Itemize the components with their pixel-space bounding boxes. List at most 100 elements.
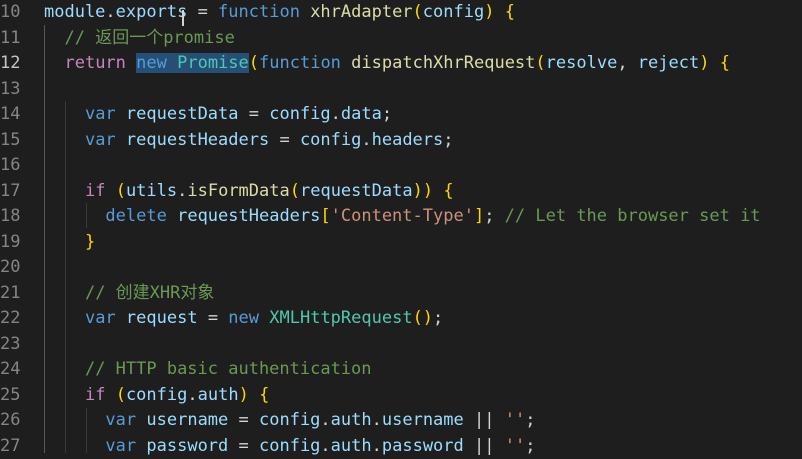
code-token: config	[126, 385, 187, 405]
code-line[interactable]: 12 return new Promise(function dispatchX…	[0, 51, 802, 77]
line-code: if (utils.isFormData(requestData)) {	[44, 179, 454, 205]
code-token	[300, 2, 310, 22]
code-token: exports	[116, 2, 188, 22]
code-token: (	[116, 385, 126, 405]
code-token	[44, 308, 85, 328]
code-token: var	[85, 308, 116, 328]
line-number: 24	[0, 357, 40, 383]
text-cursor	[182, 10, 184, 26]
code-token: ()	[413, 308, 433, 328]
code-token: username	[382, 410, 464, 430]
code-token: headers	[372, 130, 444, 150]
code-token	[167, 206, 177, 226]
code-token	[44, 130, 85, 150]
line-number: 25	[0, 383, 40, 409]
code-token: .	[331, 104, 341, 124]
code-token	[494, 2, 504, 22]
code-token: if	[85, 385, 105, 405]
code-token: var	[85, 130, 116, 150]
code-token: =	[269, 130, 300, 150]
code-token: utils	[126, 181, 177, 201]
code-line[interactable]: 25 if (config.auth) {	[0, 383, 802, 409]
code-token	[136, 410, 146, 430]
code-line[interactable]: 26 var username = config.auth.username |…	[0, 408, 802, 434]
code-line[interactable]: 18 delete requestHeaders['Content-Type']…	[0, 204, 802, 230]
code-token	[44, 206, 105, 226]
code-line[interactable]: 13	[0, 77, 802, 103]
code-line[interactable]: 16	[0, 153, 802, 179]
code-token: config	[259, 410, 320, 430]
line-number: 14	[0, 102, 40, 128]
line-code: module.exports = function xhrAdapter(con…	[44, 0, 515, 26]
code-token: =	[228, 410, 259, 430]
code-token: =	[187, 2, 218, 22]
code-line[interactable]: 22 var request = new XMLHttpRequest();	[0, 306, 802, 332]
code-line[interactable]: 19 }	[0, 230, 802, 256]
code-token: [	[320, 206, 330, 226]
code-token	[433, 181, 443, 201]
code-token: {	[505, 2, 515, 22]
code-token: if	[85, 181, 105, 201]
code-token	[44, 283, 85, 303]
code-token	[249, 385, 259, 405]
code-token: )	[484, 2, 494, 22]
code-line[interactable]: 17 if (utils.isFormData(requestData)) {	[0, 179, 802, 205]
code-token: ;	[484, 206, 504, 226]
code-token: =	[198, 308, 229, 328]
code-token: XMLHttpRequest	[269, 308, 412, 328]
code-token: {	[443, 181, 453, 201]
code-token	[116, 308, 126, 328]
code-token: config	[423, 2, 484, 22]
code-token: function	[218, 2, 300, 22]
code-token: {	[259, 385, 269, 405]
code-token: reject	[638, 53, 699, 73]
code-token: // 创建XHR对象	[85, 283, 214, 303]
line-number: 13	[0, 77, 40, 103]
code-line[interactable]: 23	[0, 332, 802, 358]
code-token: new	[228, 308, 259, 328]
code-token: requestHeaders	[177, 206, 320, 226]
code-editor[interactable]: 10module.exports = function xhrAdapter(c…	[0, 0, 802, 453]
code-token	[44, 232, 85, 252]
code-token: function	[259, 53, 341, 73]
code-token	[341, 53, 351, 73]
code-token	[44, 104, 85, 124]
code-line[interactable]: 10module.exports = function xhrAdapter(c…	[0, 0, 802, 26]
code-token: delete	[105, 206, 166, 226]
line-number: 10	[0, 0, 40, 26]
code-line[interactable]: 20	[0, 255, 802, 281]
code-token: return	[64, 53, 125, 73]
code-token: ,	[617, 53, 637, 73]
code-token	[44, 385, 85, 405]
line-code: var requestHeaders = config.headers;	[44, 128, 454, 154]
code-token: module	[44, 2, 105, 22]
code-token: xhrAdapter	[310, 2, 412, 22]
code-token: .	[105, 2, 115, 22]
code-token: dispatchXhrRequest	[351, 53, 535, 73]
code-token	[44, 53, 64, 73]
line-number: 17	[0, 179, 40, 205]
code-token: Promise	[177, 53, 249, 73]
line-code: // 创建XHR对象	[44, 281, 214, 307]
code-line[interactable]: 11 // 返回一个promise	[0, 26, 802, 52]
code-line[interactable]: 15 var requestHeaders = config.headers;	[0, 128, 802, 154]
line-code: }	[44, 230, 95, 256]
line-code: var request = new XMLHttpRequest();	[44, 306, 443, 332]
code-token: auth	[331, 410, 372, 430]
code-token	[116, 104, 126, 124]
code-token: ]	[474, 206, 484, 226]
code-line[interactable]: 14 var requestData = config.data;	[0, 102, 802, 128]
code-line[interactable]: 27 var password = config.auth.password |…	[0, 434, 802, 459]
code-token: config	[300, 130, 361, 150]
code-token	[709, 53, 719, 73]
line-number: 21	[0, 281, 40, 307]
line-number: 26	[0, 408, 40, 434]
code-token: data	[341, 104, 382, 124]
code-token: ))	[413, 181, 433, 201]
line-number: 11	[0, 26, 40, 52]
code-token: username	[146, 410, 228, 430]
code-line[interactable]: 21 // 创建XHR对象	[0, 281, 802, 307]
code-line[interactable]: 24 // HTTP basic authentication	[0, 357, 802, 383]
code-token: config	[269, 104, 330, 124]
code-token	[105, 181, 115, 201]
